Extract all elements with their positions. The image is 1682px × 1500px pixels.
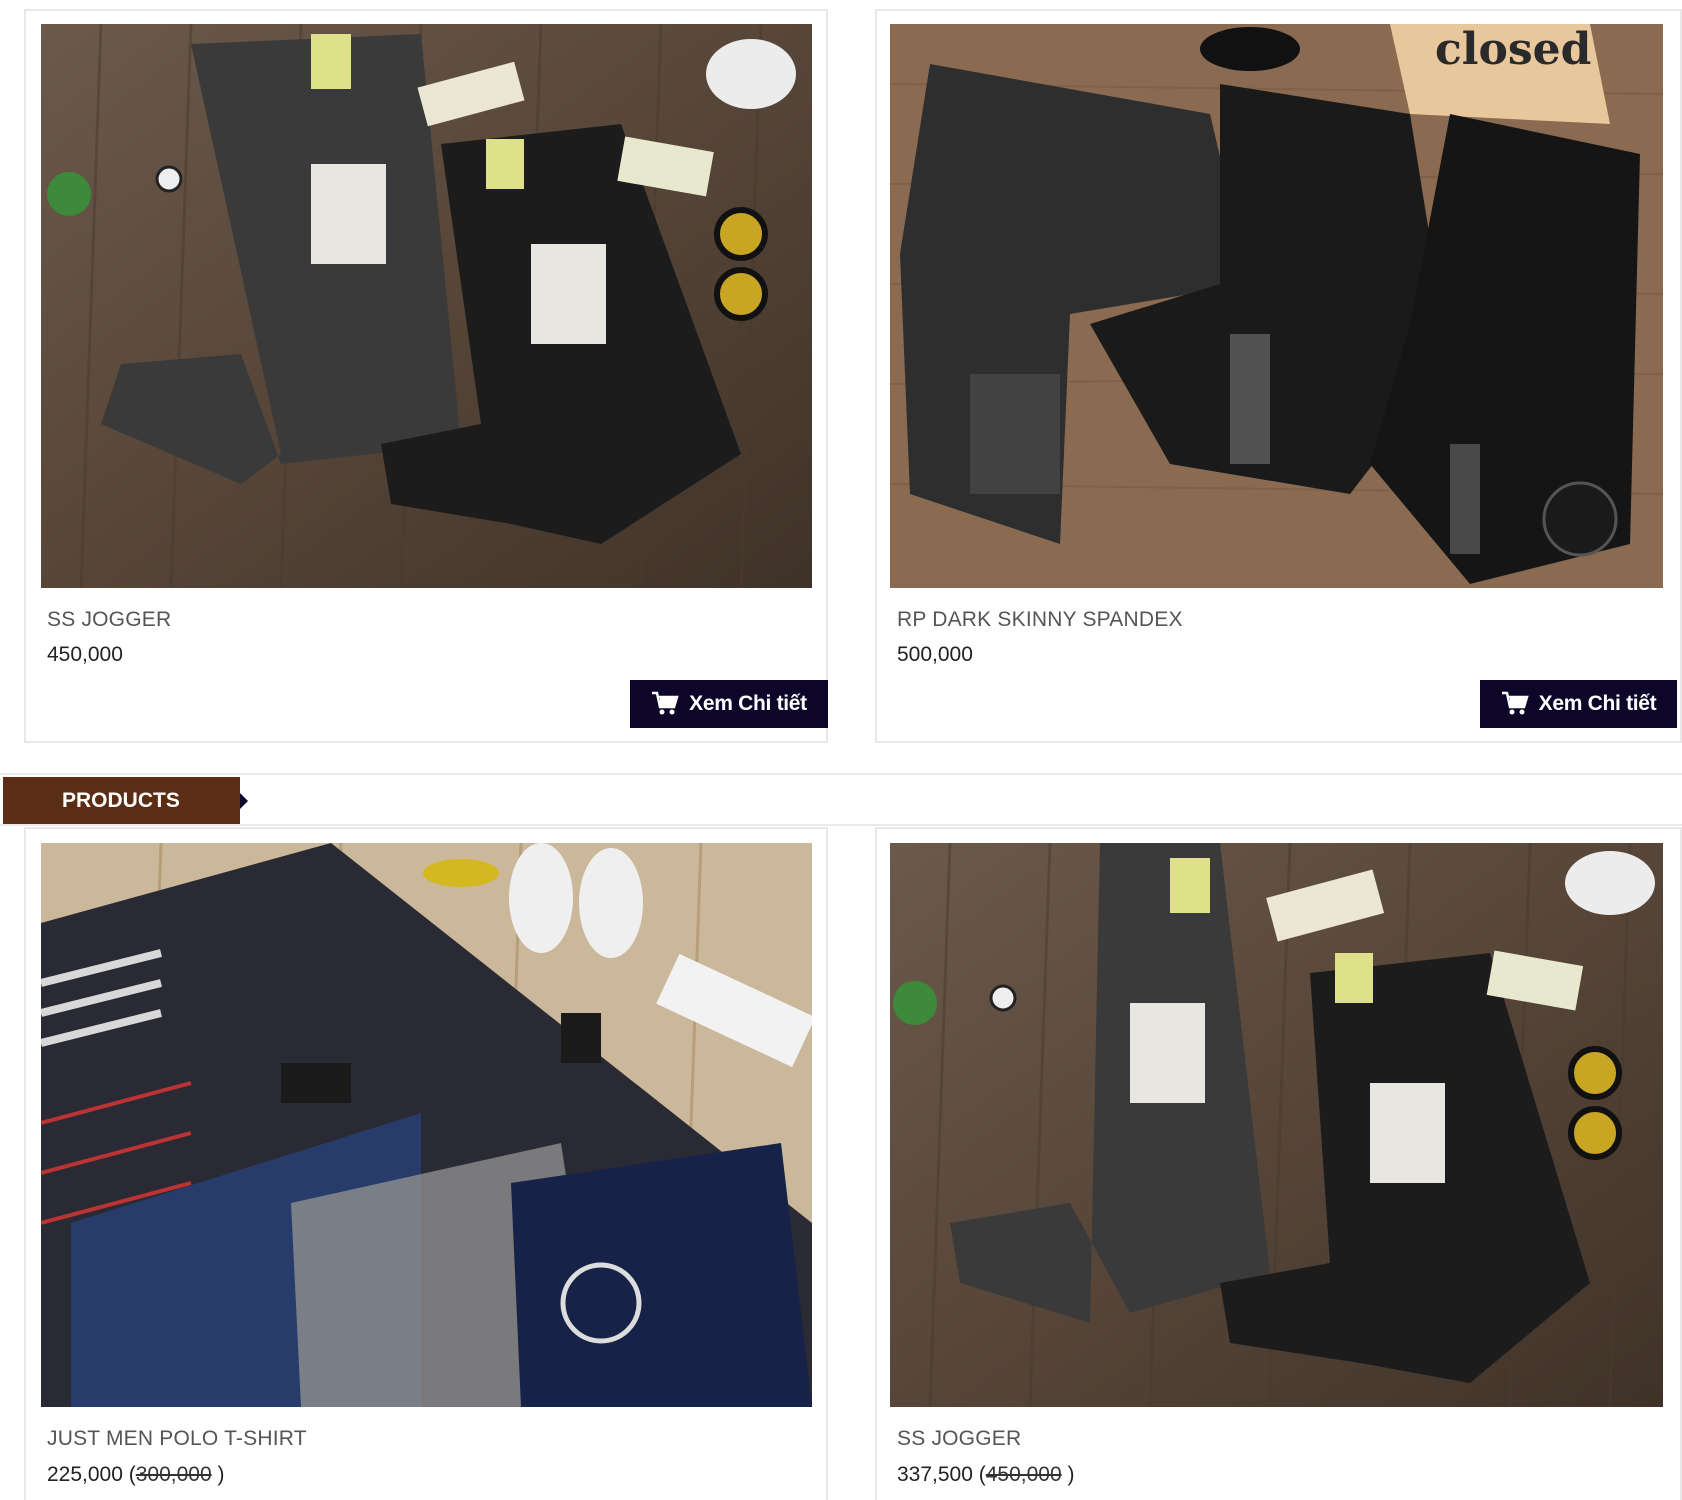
view-details-button[interactable]: Xem Chi tiết (1480, 680, 1677, 728)
original-price: 450,000 (985, 1463, 1062, 1486)
paren-open: ( (972, 1463, 986, 1486)
cart-icon (652, 691, 679, 715)
product-name[interactable]: JUST MEN POLO T-SHIRT (47, 1427, 307, 1451)
product-grid-page: SS JOGGER 450,000 Xem Chi tiết closed RP… (0, 0, 1682, 1500)
product-price: 500,000 (897, 643, 973, 666)
product-image-polo-shirts[interactable] (41, 843, 812, 1407)
section-header: PRODUCTS (0, 773, 1682, 826)
view-details-label: Xem Chi tiết (689, 692, 807, 715)
sale-price: 225,000 (47, 1463, 123, 1486)
paren-close: ) (1061, 1463, 1075, 1486)
view-details-label: Xem Chi tiết (1538, 692, 1657, 715)
cart-icon (1501, 691, 1529, 715)
product-name[interactable]: SS JOGGER (897, 1427, 1021, 1451)
section-arrow-icon (240, 793, 248, 809)
paren-open: ( (122, 1463, 136, 1486)
svg-text:closed: closed (1435, 24, 1591, 75)
paren-close: ) (211, 1463, 225, 1486)
section-title: PRODUCTS (3, 777, 240, 824)
product-price: 337,500 (450,000 ) (897, 1463, 1075, 1487)
original-price: 300,000 (135, 1463, 212, 1486)
product-image-jogger[interactable] (41, 24, 812, 588)
product-image-jogger[interactable] (890, 843, 1663, 1407)
view-details-button[interactable]: Xem Chi tiết (630, 680, 828, 728)
product-image-skinny-jeans[interactable]: closed (890, 24, 1663, 588)
product-name[interactable]: RP DARK SKINNY SPANDEX (897, 608, 1183, 632)
product-name[interactable]: SS JOGGER (47, 608, 171, 632)
product-price: 450,000 (47, 643, 123, 666)
sale-price: 337,500 (897, 1463, 973, 1486)
product-price: 225,000 (300,000 ) (47, 1463, 225, 1487)
